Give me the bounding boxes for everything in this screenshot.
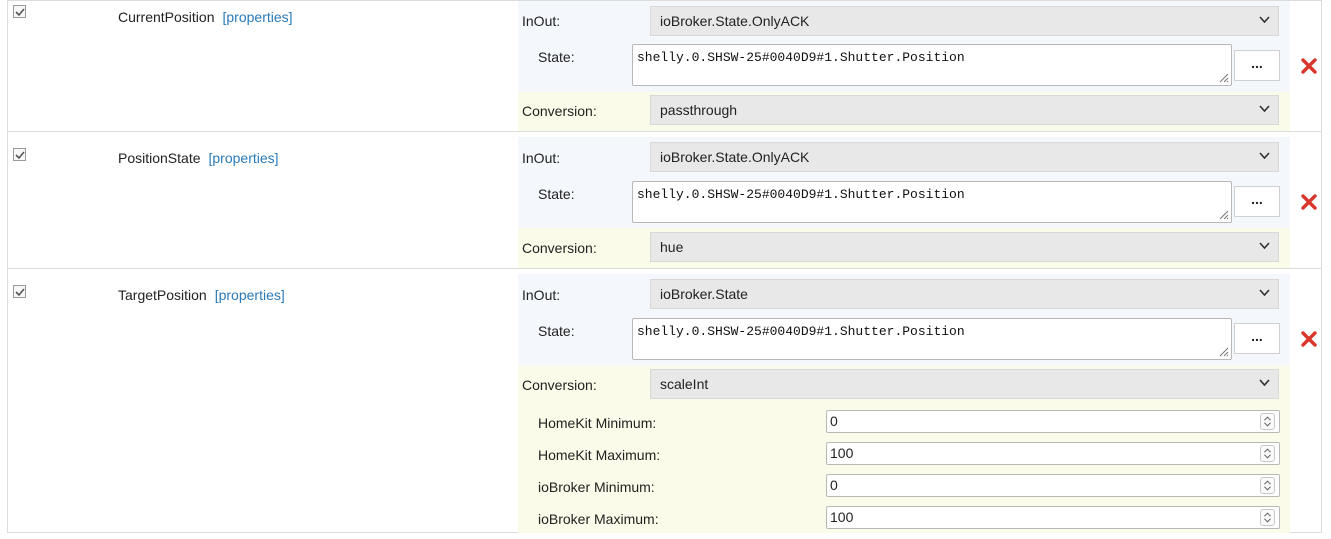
state-label: State: [538, 49, 575, 65]
state-textarea[interactable]: shelly.0.SHSW-25#0040D9#1.Shutter.Positi… [632, 318, 1232, 360]
characteristic-name: CurrentPosition [properties] [118, 9, 293, 25]
chevron-down-icon [1259, 16, 1270, 24]
properties-link[interactable]: [properties] [223, 9, 293, 25]
state-row: State: shelly.0.SHSW-25#0040D9#1.Shutter… [518, 314, 1290, 365]
delete-icon[interactable] [1301, 194, 1317, 210]
enable-checkbox[interactable] [13, 5, 26, 18]
conversion-label: Conversion: [522, 377, 597, 393]
resize-grip-icon[interactable] [1217, 345, 1229, 357]
mapping-panel: InOut: ioBroker.State.OnlyACK State: she… [518, 137, 1317, 268]
browse-state-button[interactable]: ... [1234, 323, 1280, 354]
conversion-label: Conversion: [522, 240, 597, 256]
param-label-iobroker-min: ioBroker Minimum: [538, 479, 655, 495]
inout-row: InOut: ioBroker.State [518, 274, 1290, 314]
inout-row: InOut: ioBroker.State.OnlyACK [518, 137, 1290, 177]
param-value: 0 [830, 477, 838, 493]
inout-row: InOut: ioBroker.State.OnlyACK [518, 1, 1290, 41]
resize-grip-icon[interactable] [1217, 208, 1229, 220]
iobroker-min-input[interactable]: 0 [826, 474, 1280, 497]
checkmark-icon [15, 8, 25, 17]
param-value: 0 [830, 413, 838, 429]
conversion-row: Conversion: hue [518, 228, 1290, 268]
conversion-select[interactable]: hue [650, 232, 1279, 262]
conversion-select[interactable]: passthrough [650, 95, 1279, 125]
chevron-down-icon [1259, 379, 1270, 387]
state-label: State: [538, 186, 575, 202]
enable-checkbox[interactable] [13, 148, 26, 161]
inout-value: ioBroker.State.OnlyACK [660, 13, 810, 29]
mapping-panel: InOut: ioBroker.State.OnlyACK State: she… [518, 1, 1317, 132]
chevron-down-icon [1259, 289, 1270, 297]
properties-link[interactable]: [properties] [209, 150, 279, 166]
conversion-label: Conversion: [522, 103, 597, 119]
chevron-down-icon [1259, 152, 1270, 160]
chevron-down-icon [1259, 105, 1270, 113]
homekit-max-input[interactable]: 100 [826, 442, 1280, 465]
iobroker-max-input[interactable]: 100 [826, 506, 1280, 529]
param-label-iobroker-max: ioBroker Maximum: [538, 511, 659, 527]
characteristic-name-text: PositionState [118, 150, 201, 166]
characteristic-name-text: TargetPosition [118, 287, 207, 303]
spinner-arrows-icon[interactable] [1260, 477, 1275, 494]
homekit-min-input[interactable]: 0 [826, 410, 1280, 433]
characteristic-name: TargetPosition [properties] [118, 287, 285, 303]
state-textarea[interactable]: shelly.0.SHSW-25#0040D9#1.Shutter.Positi… [632, 181, 1232, 223]
spinner-arrows-icon[interactable] [1260, 413, 1275, 430]
checkmark-icon [15, 151, 25, 160]
inout-select[interactable]: ioBroker.State.OnlyACK [650, 142, 1279, 172]
characteristic-name-text: CurrentPosition [118, 9, 215, 25]
inout-select[interactable]: ioBroker.State [650, 279, 1279, 309]
resize-grip-icon[interactable] [1217, 71, 1229, 83]
checkmark-icon [15, 288, 25, 297]
conversion-value: scaleInt [660, 376, 709, 392]
inout-label: InOut: [522, 150, 561, 166]
delete-icon[interactable] [1301, 58, 1317, 74]
properties-link[interactable]: [properties] [215, 287, 285, 303]
conversion-value: hue [660, 239, 684, 255]
inout-value: ioBroker.State.OnlyACK [660, 149, 810, 165]
conversion-value: passthrough [660, 102, 738, 118]
characteristic-row-target-position: TargetPosition [properties] InOut: ioBrok… [7, 268, 1322, 533]
state-label: State: [538, 323, 575, 339]
spinner-arrows-icon[interactable] [1260, 445, 1275, 462]
chevron-down-icon [1259, 242, 1270, 250]
spinner-arrows-icon[interactable] [1260, 509, 1275, 526]
state-value: shelly.0.SHSW-25#0040D9#1.Shutter.Positi… [637, 187, 965, 202]
characteristic-name: PositionState [properties] [118, 150, 279, 166]
state-value: shelly.0.SHSW-25#0040D9#1.Shutter.Positi… [637, 50, 965, 65]
browse-state-button[interactable]: ... [1234, 50, 1280, 81]
inout-label: InOut: [522, 13, 561, 29]
characteristic-row-current-position: CurrentPosition [properties] InOut: ioBro… [7, 0, 1322, 132]
characteristic-row-position-state: PositionState [properties] InOut: ioBroke… [7, 131, 1322, 269]
delete-icon[interactable] [1301, 331, 1317, 347]
conversion-row: Conversion: passthrough [518, 92, 1290, 132]
browse-state-button[interactable]: ... [1234, 186, 1280, 217]
conversion-select[interactable]: scaleInt [650, 369, 1279, 399]
param-label-homekit-max: HomeKit Maximum: [538, 447, 661, 463]
inout-label: InOut: [522, 287, 561, 303]
state-row: State: shelly.0.SHSW-25#0040D9#1.Shutter… [518, 41, 1290, 92]
inout-select[interactable]: ioBroker.State.OnlyACK [650, 6, 1279, 36]
param-label-homekit-min: HomeKit Minimum: [538, 415, 657, 431]
param-value: 100 [830, 445, 854, 461]
conversion-row: Conversion: scaleInt HomeKit Minimum: 0 … [518, 365, 1290, 533]
enable-checkbox[interactable] [13, 285, 26, 298]
inout-value: ioBroker.State [660, 286, 748, 302]
mapping-panel: InOut: ioBroker.State State: shelly.0.SH… [518, 274, 1317, 533]
state-value: shelly.0.SHSW-25#0040D9#1.Shutter.Positi… [637, 324, 965, 339]
param-value: 100 [830, 509, 854, 525]
state-row: State: shelly.0.SHSW-25#0040D9#1.Shutter… [518, 177, 1290, 228]
state-textarea[interactable]: shelly.0.SHSW-25#0040D9#1.Shutter.Positi… [632, 44, 1232, 86]
